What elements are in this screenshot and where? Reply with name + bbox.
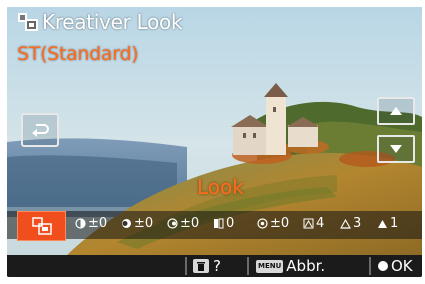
param-shadows[interactable]: ±0 — [167, 216, 199, 231]
menu-label: Abbr. — [286, 257, 326, 275]
back-button[interactable] — [21, 113, 59, 147]
ok-label: OK — [391, 257, 413, 275]
param-sharpness-range-value: 3 — [353, 216, 362, 231]
guide-divider — [247, 257, 249, 275]
sharpness-icon — [303, 218, 314, 229]
contrast-icon — [75, 218, 86, 229]
scroll-up-button[interactable] — [377, 97, 415, 125]
param-clarity[interactable]: 1 — [377, 216, 398, 231]
param-sharpness-value: 4 — [316, 216, 325, 231]
scroll-down-button[interactable] — [377, 135, 415, 163]
look-label: Look — [197, 175, 244, 199]
param-saturation-value: ±0 — [270, 216, 290, 231]
shadows-icon — [167, 218, 178, 229]
current-style-name: ST(Standard) — [17, 43, 139, 65]
sharpness-range-icon — [340, 218, 351, 229]
camera-screen: Kreativer Look ST(Standard) Look ±0 ±0 ±… — [7, 7, 422, 277]
guide-divider — [185, 257, 187, 275]
highlights-icon — [122, 219, 131, 228]
param-fade[interactable]: 0 — [213, 216, 234, 231]
param-contrast-value: ±0 — [88, 216, 108, 231]
menu-button-icon: MENU — [256, 259, 284, 273]
return-arrow-icon — [32, 124, 49, 137]
ok-hint[interactable]: OK — [378, 256, 413, 276]
param-shadows-value: ±0 — [180, 216, 200, 231]
param-saturation[interactable]: ±0 — [257, 216, 289, 231]
param-highlights-value: ±0 — [134, 216, 154, 231]
menu-cancel-hint[interactable]: MENU Abbr. — [256, 256, 325, 276]
param-sharpness-range[interactable]: 3 — [340, 216, 361, 231]
title-row: Kreativer Look — [17, 10, 183, 34]
param-highlights[interactable]: ±0 — [121, 216, 153, 231]
delete-help-hint[interactable]: ? — [193, 256, 221, 276]
center-button-icon — [378, 261, 388, 271]
trash-icon — [193, 259, 209, 273]
creative-style-icon — [31, 217, 52, 235]
triangle-up-icon — [390, 107, 402, 115]
creative-look-icon — [18, 13, 38, 31]
page-title: Kreativer Look — [42, 10, 183, 34]
saturation-icon — [257, 218, 268, 229]
clarity-icon — [378, 220, 387, 228]
param-fade-value: 0 — [226, 216, 235, 231]
param-clarity-value: 1 — [390, 216, 399, 231]
triangle-down-icon — [390, 145, 402, 153]
param-sharpness[interactable]: 4 — [303, 216, 324, 231]
param-contrast[interactable]: ±0 — [75, 216, 107, 231]
fade-icon — [214, 218, 224, 229]
guide-divider — [369, 257, 371, 275]
style-selector[interactable] — [17, 211, 66, 241]
help-label: ? — [213, 257, 221, 275]
